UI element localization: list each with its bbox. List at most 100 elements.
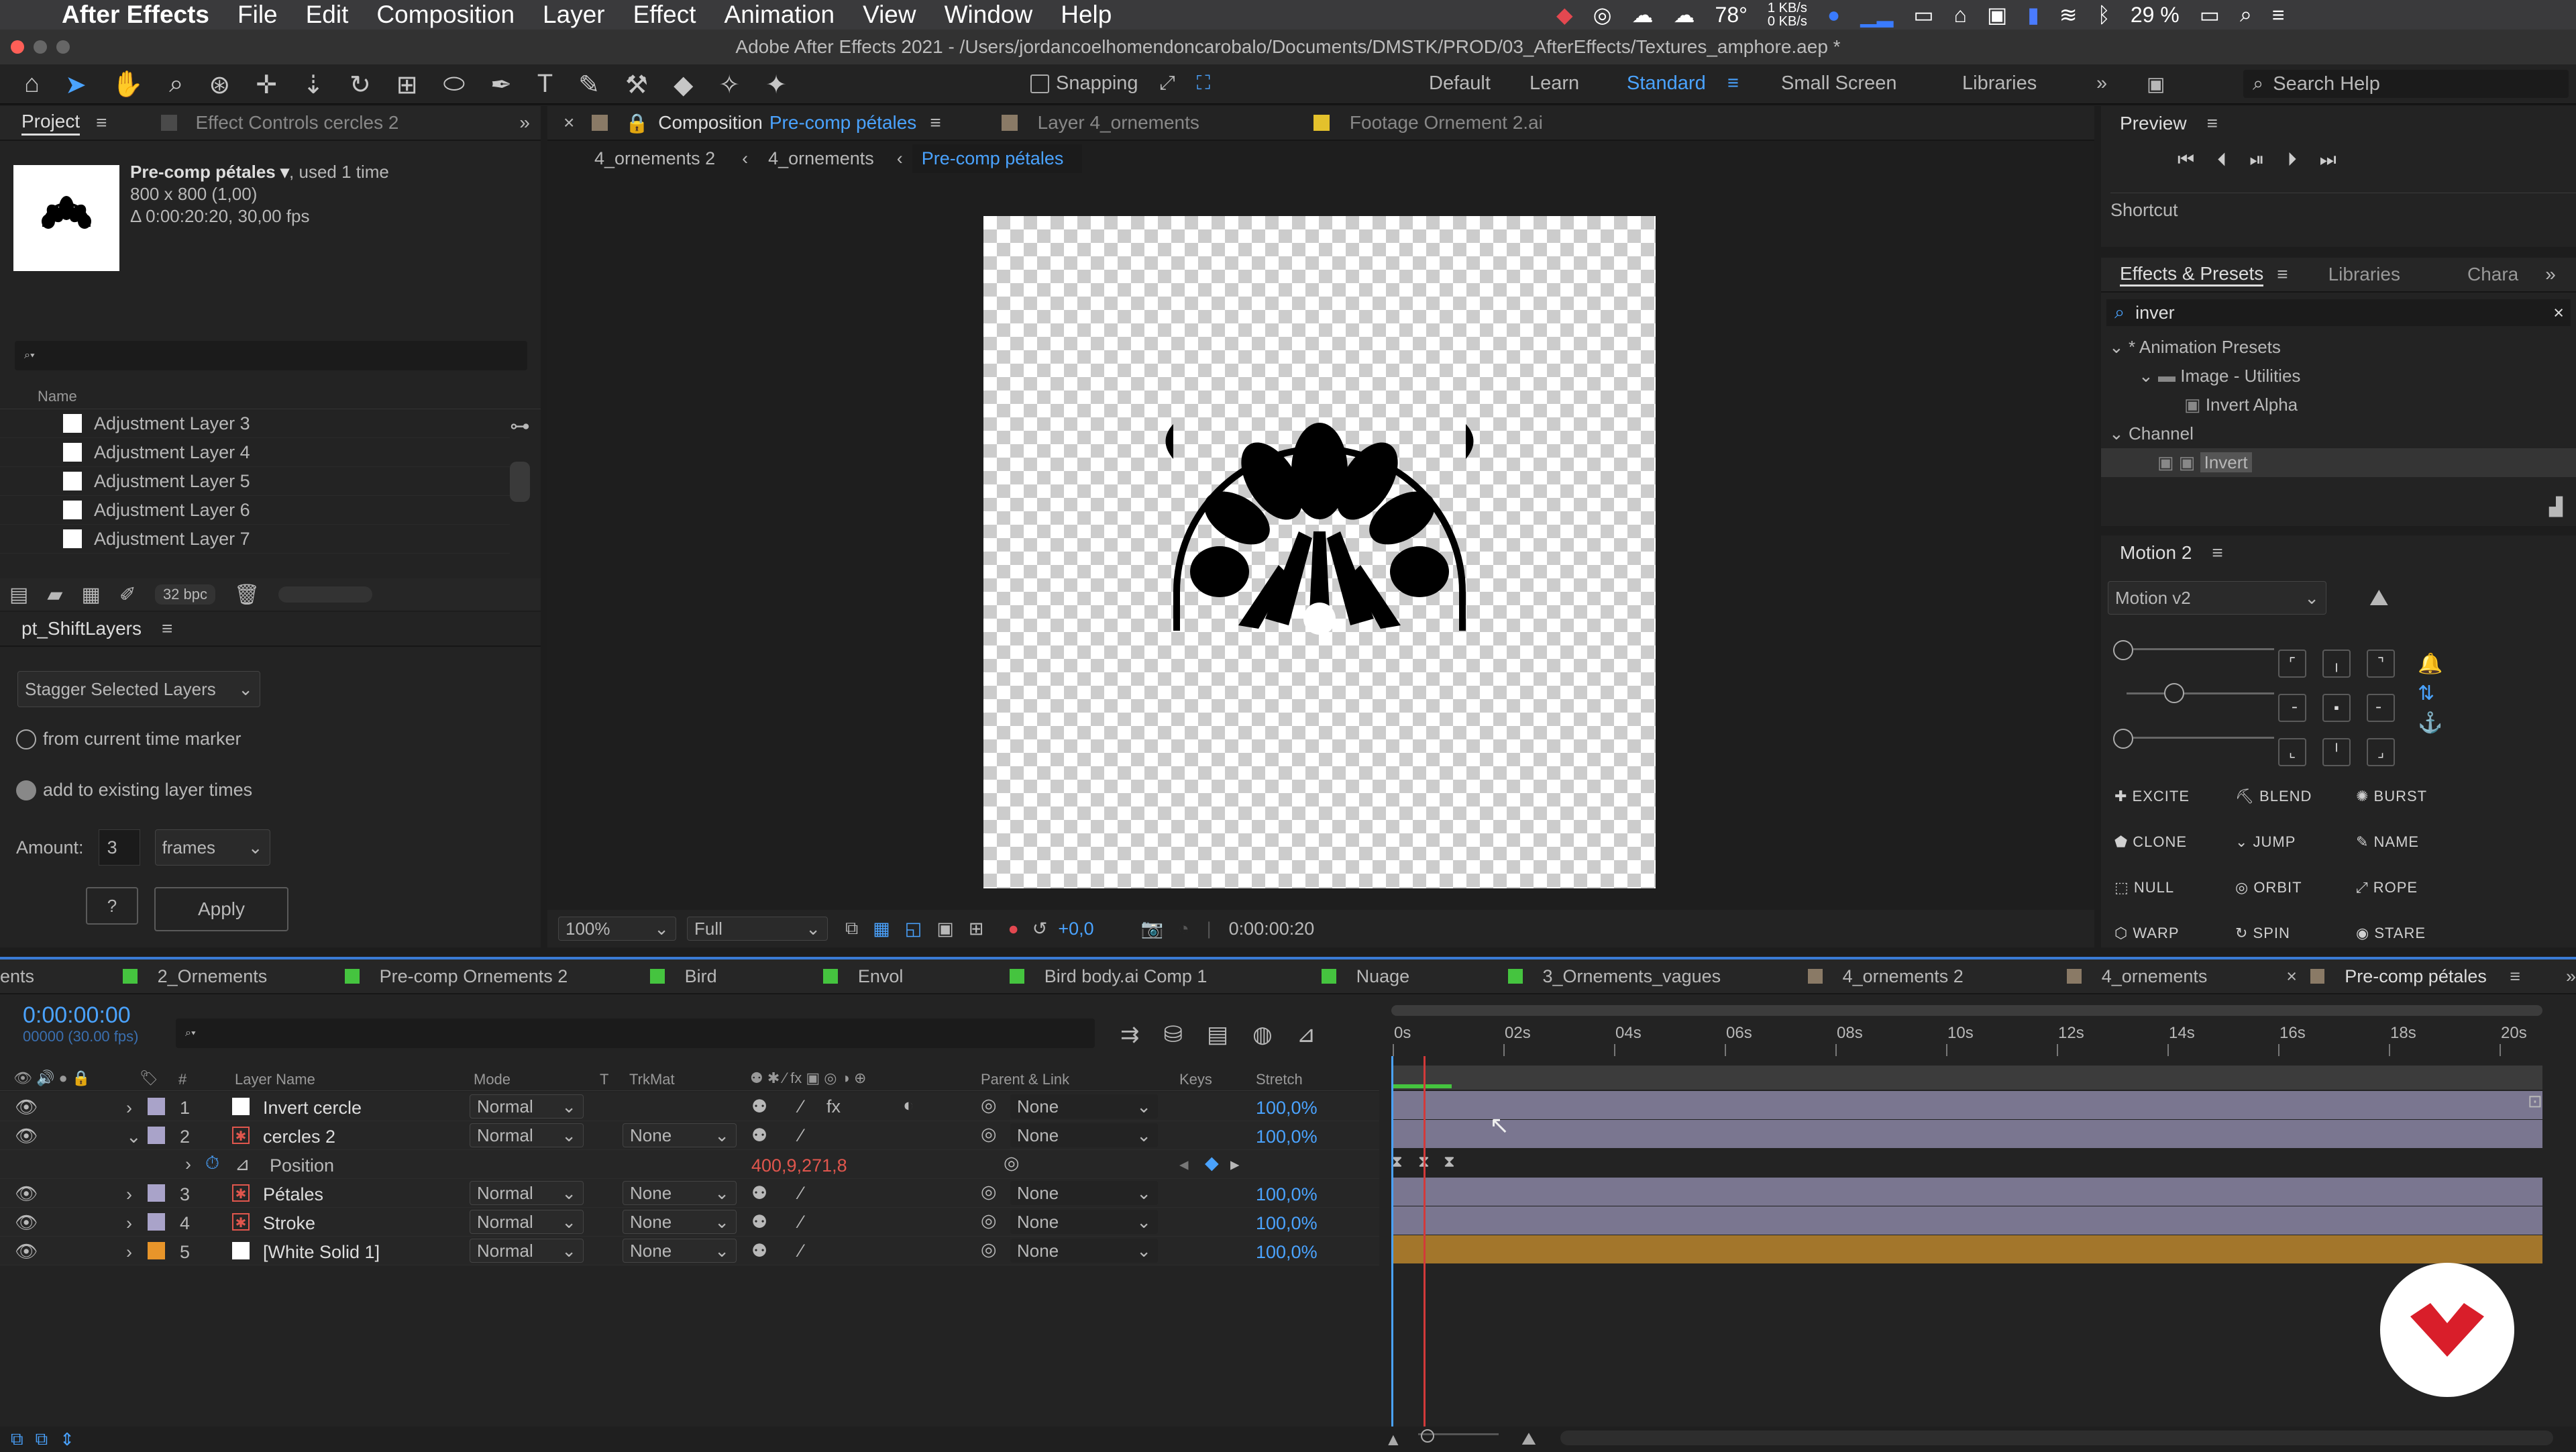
layer-name[interactable]: Stroke (263, 1213, 315, 1234)
draft-3d-icon[interactable]: ⛁ (1164, 1021, 1183, 1048)
reset-exposure-icon[interactable]: ↺ (1032, 919, 1048, 939)
quality-switch-icon[interactable]: ⁄ (800, 1183, 803, 1204)
blend-mode-select[interactable]: Normal ⌄ (470, 1239, 584, 1263)
tree-item-animation-presets[interactable]: ⌄ * Animation Presets (2101, 333, 2576, 362)
zoom-tool-icon[interactable]: ⌕ (169, 70, 183, 100)
menu-animation[interactable]: Animation (724, 1, 835, 29)
list-item[interactable]: Adjustment Layer 3 (0, 409, 510, 438)
tree-item-invert[interactable]: ▣ ▣ Invert (2101, 448, 2576, 477)
swap-icon[interactable]: ⇅ (2418, 679, 2443, 709)
parent-select[interactable]: None ⌄ (1010, 1181, 1158, 1205)
timeline-tab[interactable]: Envol (858, 966, 1010, 987)
anchor-right-button[interactable]: ╴ (2367, 694, 2395, 722)
parent-select[interactable]: None ⌄ (1010, 1239, 1158, 1263)
name-column-header[interactable]: Name (0, 388, 541, 409)
tab-layer[interactable]: Layer 4_ornements (1038, 112, 1199, 134)
quality-switch-icon[interactable]: ⁄ (800, 1125, 803, 1146)
comp-marker-bar[interactable] (1391, 1066, 2542, 1090)
jump-button[interactable]: ⌄ JUMP (2235, 833, 2356, 851)
panel-overflow-icon[interactable]: » (2566, 966, 2576, 987)
timeline-tab[interactable]: Bird (685, 966, 824, 987)
zoom-out-icon[interactable]: ▲ (1385, 1429, 1402, 1450)
layer-row[interactable]: 👁 › 1 Invert cercle Normal ⌄ ⚉ ⁄ fx ◐ ◎ None ⌄ 100,0% (0, 1092, 1379, 1121)
motion-version-select[interactable]: Motion v2 ⌄ (2108, 581, 2326, 615)
effects-search-input[interactable]: ⌕ inver × (2106, 299, 2571, 326)
spin-button[interactable]: ↻ SPIN (2235, 925, 2356, 942)
layer-row[interactable]: 👁 › 4 ✱ Stroke Normal ⌄ None ⌄ ⚉ ⁄ ◎ None ⌄ 100,0% (0, 1208, 1379, 1237)
spotlight-icon[interactable]: ⌕ (2240, 2, 2252, 28)
shy-layers-icon[interactable]: ▤ (1207, 1021, 1228, 1048)
timeline-tab[interactable]: ents (0, 966, 123, 987)
snapshot-icon[interactable]: 📷 (1141, 918, 1164, 939)
trkmat-select[interactable]: None ⌄ (623, 1210, 737, 1234)
toggle-switches-icon[interactable]: ⧉ (11, 1429, 23, 1450)
dolly-tool-icon[interactable]: ⇣ (303, 70, 324, 100)
type-tool-icon[interactable]: T (537, 70, 553, 100)
effects-menu-icon[interactable]: ≡ (2277, 264, 2288, 285)
timeline-menu-icon[interactable]: ≡ (2510, 966, 2520, 987)
motion-slider-1[interactable] (2113, 640, 2274, 660)
comp-flowchart-icon[interactable]: ⇉ (1120, 1021, 1140, 1048)
activity-icon[interactable]: ▁▂ (1860, 2, 1893, 28)
trkmat-select[interactable]: None ⌄ (623, 1181, 737, 1205)
amount-unit-select[interactable]: frames ⌄ (154, 829, 270, 866)
trkmat-select[interactable]: None ⌄ (623, 1239, 737, 1263)
stare-button[interactable]: ◉ STARE (2356, 925, 2477, 942)
menu-view[interactable]: View (863, 1, 916, 29)
show-snapshot-icon[interactable]: ◔ (1178, 919, 1189, 939)
next-keyframe-icon[interactable]: ▸ (1230, 1154, 1240, 1175)
warp-button[interactable]: ⬡ WARP (2114, 925, 2235, 942)
display-icon[interactable]: ▭ (1913, 2, 1933, 28)
trkmat-select[interactable]: None ⌄ (623, 1123, 737, 1147)
project-menu-icon[interactable]: ≡ (96, 112, 107, 134)
shy-switch-icon[interactable]: ⚉ (751, 1212, 767, 1233)
tab-project[interactable]: Project (21, 111, 80, 136)
add-existing-times-toggle[interactable] (16, 780, 36, 800)
layer-row[interactable]: 👁 ⌄ 2 ✱ cercles 2 Normal ⌄ None ⌄ ⚉ ⁄ ◎ None ⌄ 100,0% (0, 1121, 1379, 1150)
tree-item-invert-alpha[interactable]: ▣ Invert Alpha (2101, 391, 2576, 419)
shiftlayers-menu-icon[interactable]: ≡ (162, 618, 172, 639)
anchor-top-button[interactable]: ╷ (2322, 650, 2351, 678)
layer-duration-bar[interactable] (1391, 1206, 2542, 1235)
panel-overflow-icon[interactable]: » (519, 112, 530, 134)
tab-composition-name[interactable]: Pre-comp pétales (769, 112, 916, 134)
workspace-menu-icon[interactable]: ≡ (1727, 72, 1781, 96)
selection-tool-icon[interactable]: ➤ (65, 70, 87, 100)
workspace-learn[interactable]: Learn (1529, 72, 1627, 96)
lock-icon[interactable]: 🔒 (625, 112, 649, 134)
timeline-tab[interactable]: 4_ornements (2102, 966, 2286, 987)
timeline-tab[interactable]: Bird body.ai Comp 1 (1044, 966, 1322, 987)
bell-icon[interactable]: 🔔 (2418, 650, 2443, 679)
channel-icon[interactable]: ● (1008, 919, 1018, 939)
parent-pickwhip-icon[interactable]: ◎ (981, 1124, 997, 1145)
motion-title[interactable]: Motion 2 (2120, 542, 2192, 564)
menu-file[interactable]: File (237, 1, 278, 29)
tab-effect-controls[interactable]: Effect Controls cercles 2 (196, 112, 399, 134)
keyframe-track[interactable]: ⧗⧗⧗ (1391, 1149, 2542, 1178)
chevron-right-icon[interactable]: › (126, 1184, 132, 1205)
eye-icon[interactable]: 👁 (15, 1096, 38, 1118)
col-layer-name[interactable]: Layer Name (235, 1071, 315, 1088)
anchor-icon[interactable]: ⚓ (2418, 709, 2443, 738)
chevron-right-icon[interactable]: › (126, 1213, 132, 1234)
timeline-scrollbar[interactable] (1560, 1431, 2553, 1445)
from-current-time-radio[interactable] (16, 729, 36, 749)
roto-brush-tool-icon[interactable]: ✧ (718, 70, 740, 100)
blend-button[interactable]: ⛏ BLEND (2235, 788, 2356, 805)
flag-icon[interactable]: ▮ (2027, 2, 2039, 28)
null-button[interactable]: ⬚ NULL (2114, 879, 2235, 896)
workspace-small-screen[interactable]: Small Screen (1781, 72, 1962, 96)
timeline-tab[interactable]: Nuage (1356, 966, 1508, 987)
battery-icon[interactable]: ▭ (2200, 2, 2220, 28)
puppet-tool-icon[interactable]: ✦ (765, 70, 787, 100)
menu-effect[interactable]: Effect (633, 1, 696, 29)
fast-previews-icon[interactable]: ⧉ (845, 918, 858, 939)
next-frame-icon[interactable]: ⏵ (2288, 149, 2297, 171)
new-composition-icon[interactable]: ▦ (81, 583, 100, 607)
shy-switch-icon[interactable]: ⚉ (751, 1125, 767, 1146)
pen-tool-icon[interactable]: ✒ (490, 70, 512, 100)
mountain-icon[interactable]: ⛰ (2369, 585, 2389, 611)
motion-slider-3[interactable] (2113, 729, 2274, 749)
close-tab-icon[interactable]: × (2286, 966, 2310, 987)
workspace-libraries[interactable]: Libraries (1962, 72, 2096, 96)
